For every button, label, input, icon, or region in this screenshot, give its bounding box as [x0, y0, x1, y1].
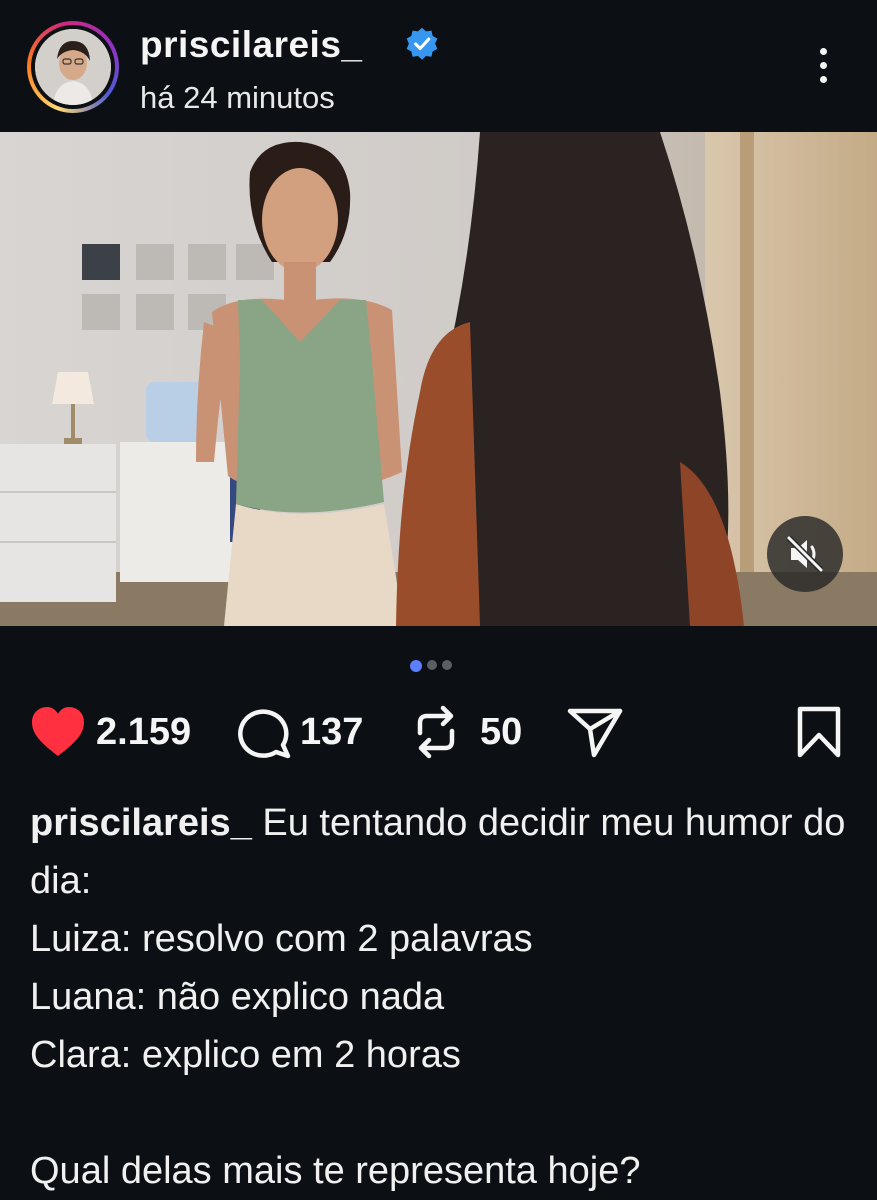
heart-icon	[32, 707, 84, 756]
mute-icon	[786, 535, 824, 573]
carousel-dot	[427, 660, 437, 670]
avatar-photo	[35, 29, 111, 105]
comment-count[interactable]: 137	[300, 711, 363, 754]
comment-icon	[238, 709, 291, 759]
post-timestamp: há 24 minutos	[140, 80, 335, 115]
save-button[interactable]	[796, 700, 842, 764]
carousel-dot	[442, 660, 452, 670]
mute-toggle-button[interactable]	[767, 516, 843, 592]
comment-button[interactable]: 137	[236, 700, 363, 764]
caption-username[interactable]: priscilareis_	[30, 802, 252, 844]
share-button[interactable]	[566, 700, 624, 764]
avatar[interactable]	[35, 29, 111, 105]
post-media[interactable]	[0, 132, 877, 626]
action-bar: 2.159 137 50	[0, 700, 877, 770]
post-caption: priscilareis_ Eu tentando decidir meu hu…	[30, 794, 850, 1200]
repost-icon	[417, 705, 455, 759]
video-frame	[0, 132, 877, 626]
more-icon	[819, 48, 827, 55]
repost-button[interactable]: 50	[410, 700, 522, 764]
share-icon	[567, 708, 623, 758]
post-header: priscilareis_ há 24 minutos	[0, 0, 877, 132]
verified-icon	[406, 27, 438, 60]
repost-count[interactable]: 50	[480, 711, 522, 754]
bookmark-icon	[797, 706, 841, 758]
carousel-dot-active	[410, 659, 422, 672]
like-button[interactable]: 2.159	[30, 700, 191, 764]
carousel-indicator	[410, 657, 457, 672]
like-count[interactable]: 2.159	[96, 711, 191, 754]
caption-text: Eu tentando decidir meu humor do dia: Lu…	[30, 802, 846, 1192]
story-ring[interactable]	[27, 21, 119, 113]
more-options-button[interactable]	[808, 48, 838, 90]
post-username[interactable]: priscilareis_	[140, 24, 362, 66]
